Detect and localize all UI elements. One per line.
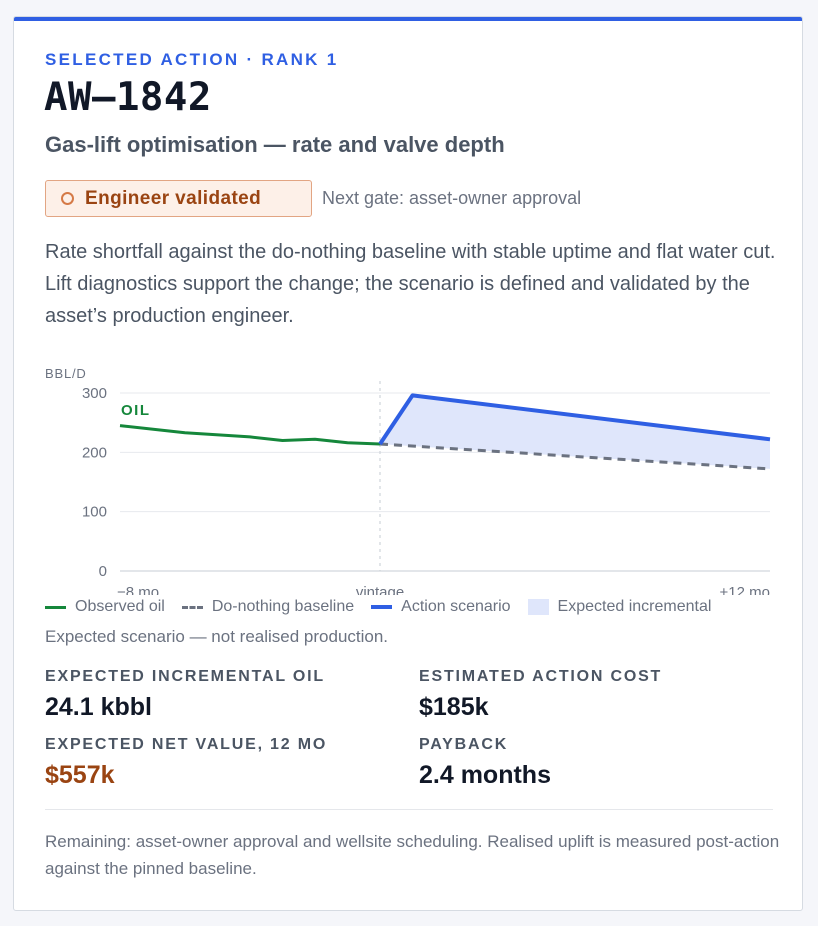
action-subtitle: Gas-lift optimisation — rate and valve d… <box>45 132 505 157</box>
metric-label-payback: PAYBACK <box>419 736 509 753</box>
action-description: Rate shortfall against the do-nothing ba… <box>45 241 776 327</box>
metric-label-incremental-oil: EXPECTED INCREMENTAL OIL <box>45 668 325 685</box>
chart-y-tick-label: 0 <box>99 563 107 580</box>
metric-value-incremental-oil: 24.1 kbbl <box>45 693 152 721</box>
status-badge: Engineer validated <box>45 180 312 217</box>
legend-swatch-baseline <box>181 605 203 609</box>
action-card: SELECTED ACTION · RANK 1 AW–1842 Gas-lif… <box>13 16 803 911</box>
metric-label-net-value: EXPECTED NET VALUE, 12 MO <box>45 736 328 753</box>
chart-x-tick-label: −8 mo <box>117 584 159 595</box>
status-badge-label: Engineer validated <box>85 187 262 209</box>
legend-item-incremental: Expected incremental <box>527 598 712 616</box>
legend-label-incremental: Expected incremental <box>557 598 712 615</box>
chart-x-tick-labels: −8 mo vintage +12 mo <box>117 584 770 595</box>
footnote-text: Remaining: asset-owner approval and well… <box>45 832 780 878</box>
action-id-title: AW–1842 <box>44 75 212 120</box>
production-chart: 0 100 200 300 BBL/D OIL −8 mo vintage +12 mo <box>45 366 771 595</box>
metric-value-action-cost: $185k <box>419 693 489 721</box>
legend-swatch-incremental <box>527 599 549 615</box>
chart-series-observed <box>119 424 381 446</box>
chart-y-tick-label: 300 <box>82 385 107 402</box>
legend-label-observed: Observed oil <box>75 598 165 615</box>
legend-item-observed: Observed oil <box>45 598 165 616</box>
legend-item-baseline: Do-nothing baseline <box>181 598 355 616</box>
metric-label-action-cost: ESTIMATED ACTION COST <box>419 668 663 685</box>
chart-caption: Expected scenario — not realised product… <box>45 627 389 646</box>
section-divider <box>45 809 773 810</box>
chart-x-tick-label: +12 mo <box>720 584 770 595</box>
chart-x-tick-label: vintage <box>356 584 404 595</box>
chart-legend: Observed oil Do-nothing baseline Action … <box>45 598 728 616</box>
metric-value-net-value: $557k <box>45 761 115 789</box>
chart-y-tick-labels: 0 100 200 300 <box>82 385 107 580</box>
legend-label-baseline: Do-nothing baseline <box>211 598 355 615</box>
status-dot-icon <box>61 192 74 205</box>
card-eyebrow: SELECTED ACTION · RANK 1 <box>45 50 339 69</box>
legend-item-action: Action scenario <box>371 598 511 616</box>
legend-label-action: Action scenario <box>401 598 511 615</box>
metric-value-payback: 2.4 months <box>419 761 551 789</box>
legend-swatch-action <box>371 605 393 609</box>
chart-y-axis-label: BBL/D <box>45 366 87 381</box>
next-gate-text: Next gate: asset-owner approval <box>322 188 582 208</box>
legend-swatch-observed <box>45 605 66 609</box>
chart-series-annotation: OIL <box>121 402 151 419</box>
chart-y-tick-label: 100 <box>82 504 107 521</box>
chart-y-tick-label: 200 <box>82 444 107 461</box>
card-accent-bar <box>14 17 802 21</box>
